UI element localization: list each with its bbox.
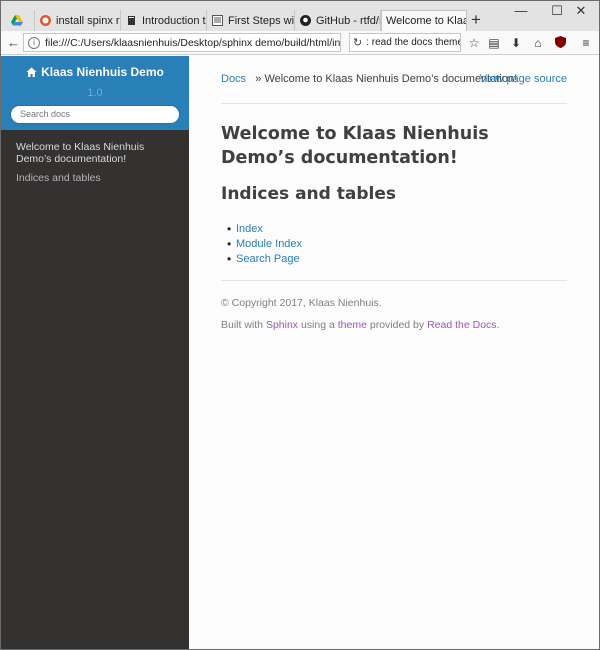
search-docs-input[interactable]: Search docs (10, 104, 180, 124)
search-bar-text: : read the docs theme (366, 37, 461, 48)
ublock-shield-icon[interactable] (553, 36, 567, 51)
bookmark-star-icon[interactable]: ☆ (467, 36, 481, 50)
tab-introduction[interactable]: Introduction to S... (121, 10, 207, 31)
index-link[interactable]: Index (236, 223, 263, 235)
copyright-text: © Copyright 2017, Klaas Nienhuis. (221, 297, 382, 309)
sidebar-menu: Welcome to Klaas Nienhuis Demo’s documen… (1, 130, 189, 184)
home-icon[interactable]: ⌂ (531, 36, 545, 50)
breadcrumb-separator: » (255, 73, 262, 85)
browser-window: install spinx rst at... Introduction to … (0, 0, 600, 650)
divider (221, 103, 567, 104)
list-item: Module Index (227, 237, 302, 252)
period: . (496, 319, 500, 331)
tab-duckduckgo[interactable]: install spinx rst at... (35, 10, 121, 31)
tab-github[interactable]: GitHub - rtfd/sp... (295, 10, 381, 31)
sphinx-link[interactable]: Sphinx (266, 319, 298, 331)
sidebar-item-welcome[interactable]: Welcome to Klaas Nienhuis Demo’s documen… (1, 141, 189, 165)
download-icon[interactable]: ⬇ (509, 36, 523, 50)
tab-welcome-active[interactable]: Welcome to Klaa... ✕ (381, 10, 467, 31)
info-icon: i (28, 36, 40, 49)
tab-bar: install spinx rst at... Introduction to … (1, 1, 599, 31)
menu-hamburger-icon[interactable]: ≡ (579, 36, 593, 50)
url-bar[interactable]: i file:///C:/Users/klaasnienhuis/Desktop… (23, 33, 341, 52)
navigation-toolbar: ← i file:///C:/Users/klaasnienhuis/Deskt… (1, 31, 599, 55)
search-page-link[interactable]: Search Page (236, 253, 300, 265)
read-the-docs-link[interactable]: Read the Docs (427, 319, 496, 331)
docs-sidebar: Klaas Nienhuis Demo 1.0 Search docs Welc… (1, 56, 189, 649)
view-page-source-link[interactable]: View page source (480, 73, 567, 85)
duckduckgo-icon (39, 15, 51, 27)
built-with-text: Built with Sphinx using a theme provided… (221, 319, 499, 331)
using-label: using a (300, 319, 335, 331)
reading-list-icon[interactable]: ▤ (487, 36, 501, 50)
divider (221, 280, 567, 281)
url-text: file:///C:/Users/klaasnienhuis/Desktop/s… (45, 36, 341, 49)
provided-by-label: provided by (369, 319, 425, 331)
minimize-icon[interactable]: — (503, 3, 539, 19)
section-heading: Indices and tables (221, 184, 396, 204)
tab-drive[interactable] (7, 10, 35, 31)
tab-label: install spinx rst at... (56, 14, 120, 27)
reload-icon[interactable]: ↻ (353, 36, 362, 49)
page-title: Welcome to Klaas Nienhuis Demo’s documen… (221, 124, 489, 168)
tab-label: Welcome to Klaa... (386, 15, 466, 27)
project-home-link[interactable]: Klaas Nienhuis Demo (26, 65, 164, 79)
theme-link[interactable]: theme (338, 319, 367, 331)
close-window-icon[interactable]: ✕ (563, 3, 599, 19)
list-item: Index (227, 222, 302, 237)
project-name: Klaas Nienhuis Demo (41, 65, 164, 79)
home-icon (26, 67, 37, 77)
github-icon (299, 15, 311, 27)
breadcrumb: Docs » Welcome to Klaas Nienhuis Demo’s … (221, 73, 567, 85)
sidebar-header: Klaas Nienhuis Demo 1.0 Search docs (1, 56, 189, 130)
document-icon (211, 15, 223, 27)
back-arrow-icon[interactable]: ← (7, 35, 20, 51)
list-item: Search Page (227, 252, 302, 267)
search-bar[interactable]: ↻ : read the docs theme ➔ (349, 33, 461, 52)
indices-list: Index Module Index Search Page (227, 222, 302, 267)
built-with-label: Built with (221, 319, 264, 331)
tab-first-steps[interactable]: First Steps with S... (207, 10, 295, 31)
book-icon (125, 15, 137, 27)
module-index-link[interactable]: Module Index (236, 238, 302, 250)
tab-label: First Steps with S... (228, 14, 295, 27)
sidebar-item-indices[interactable]: Indices and tables (1, 172, 189, 184)
breadcrumb-docs-link[interactable]: Docs (221, 73, 246, 85)
google-drive-icon (11, 15, 23, 27)
new-tab-plus-icon[interactable]: + (471, 11, 481, 29)
tab-label: Introduction to S... (142, 14, 206, 27)
docs-content: Docs » Welcome to Klaas Nienhuis Demo’s … (189, 56, 599, 649)
version-label: 1.0 (87, 86, 103, 99)
tab-label: GitHub - rtfd/sp... (316, 14, 380, 27)
